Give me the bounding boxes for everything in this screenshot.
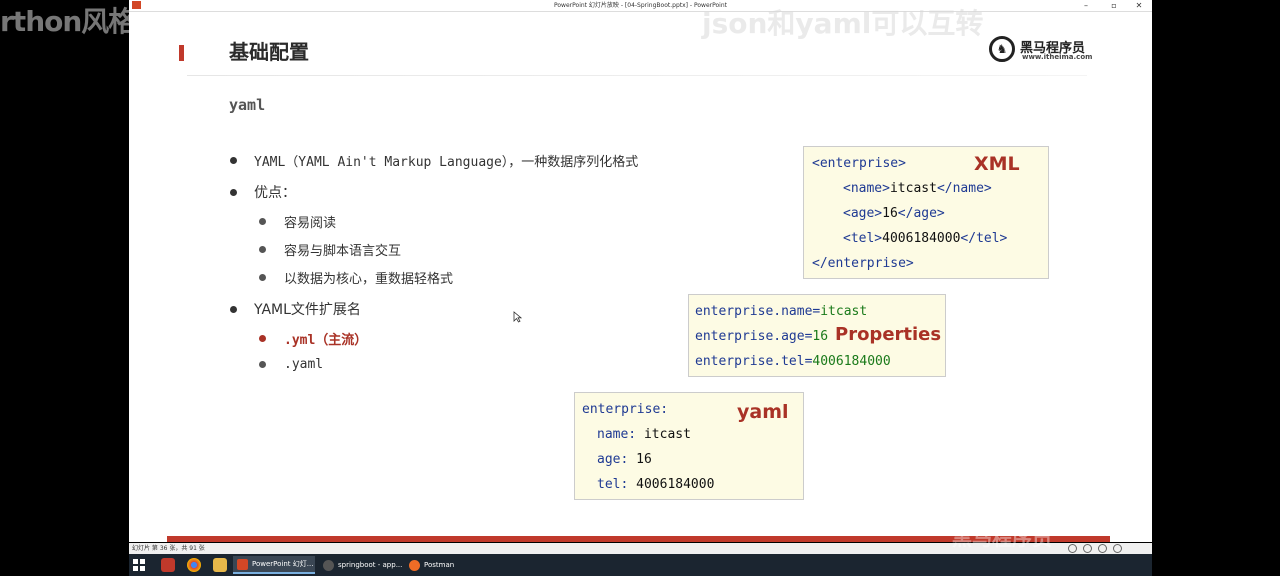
yaml-key: age: [597, 452, 629, 467]
yaml-label: yaml [737, 401, 789, 423]
maximize-button[interactable]: ▫ [1101, 0, 1127, 11]
overlay-caption-right: json和yaml可以互转 [702, 7, 984, 40]
xml-tag: <tel> [843, 231, 883, 246]
bullet-text: YAML文件扩展名 [254, 302, 361, 318]
slide-subtitle: yaml [229, 96, 266, 114]
xml-tag: <name> [843, 181, 890, 196]
intellij-icon [323, 559, 334, 571]
property-key: enterprise.tel= [695, 354, 813, 369]
chrome-icon[interactable] [187, 558, 201, 572]
bullet-text: YAML（YAML Ain't Markup Language），一种数据序列化… [254, 155, 639, 170]
yaml-value: itcast [643, 427, 691, 442]
mouse-cursor-icon [513, 311, 522, 323]
bullet-text: 优点： [254, 185, 296, 201]
yaml-value: 4006184000 [636, 477, 715, 492]
xml-value: itcast [889, 181, 937, 196]
bullet-extension-yml: .yml（主流） [259, 329, 367, 348]
view-normal-icon[interactable] [1068, 544, 1077, 553]
taskbar-app-label: springboot - app... [338, 561, 403, 569]
title-accent-bar [179, 45, 184, 61]
bullet-dot-icon [259, 246, 266, 253]
taskbar: PowerPoint 幻灯... springboot - app... Pos… [129, 554, 1152, 576]
itheima-logo: ♞ 黑马程序员 www.itheima.com [989, 34, 1092, 64]
postman-icon [409, 559, 420, 571]
xml-code-box: XML <enterprise> <name>itcast</name> <ag… [803, 146, 1049, 279]
xml-tag: <age> [843, 206, 883, 221]
window-titlebar: PowerPoint 幻灯片放映 - [04-SpringBoot.pptx] … [129, 0, 1152, 12]
property-value: 4006184000 [812, 354, 891, 369]
yaml-key: tel: [597, 477, 629, 492]
slide: 基础配置 ♞ 黑马程序员 www.itheima.com yaml YAML（Y… [167, 12, 1110, 540]
slide-title: 基础配置 [229, 40, 309, 64]
overlay-watermark-bottom: 黑马程序员 [952, 526, 1052, 550]
xml-line: <enterprise> [812, 156, 906, 171]
bullet-text: .yml（主流） [284, 333, 368, 348]
xml-tag: </name> [936, 181, 992, 196]
bullet-dot-icon [230, 157, 237, 164]
yaml-code-box: yaml enterprise: name: itcast age: 16 te… [574, 392, 804, 500]
property-key: enterprise.name= [695, 304, 821, 319]
horse-logo-icon: ♞ [989, 36, 1015, 62]
bullet-advantage-item: 容易阅读 [259, 212, 336, 231]
bullet-dot-icon [230, 305, 237, 313]
yaml-key: name: [597, 427, 637, 442]
taskbar-app-label: Postman [424, 561, 455, 569]
bullet-dot-icon [259, 335, 266, 342]
view-sorter-icon[interactable] [1083, 544, 1092, 553]
bullet-advantage-item: 以数据为核心，重数据轻格式 [259, 268, 453, 287]
taskbar-app-springboot[interactable]: springboot - app... [319, 556, 403, 574]
bullet-dot-icon [259, 218, 266, 225]
windows-start-icon[interactable] [133, 559, 145, 571]
zoom-icon[interactable] [1113, 544, 1122, 553]
title-divider [187, 75, 1087, 76]
taskbar-app-postman[interactable]: Postman [405, 556, 487, 574]
bullet-text: .yaml [284, 357, 324, 372]
bullet-dot-icon [230, 188, 237, 196]
bullet-advantage-item: 容易与脚本语言交互 [259, 240, 401, 259]
taskbar-app-label: PowerPoint 幻灯... [252, 560, 314, 568]
taskbar-app-powerpoint[interactable]: PowerPoint 幻灯... [233, 556, 315, 574]
xml-value: 16 [882, 206, 898, 221]
logo-url: www.itheima.com [1022, 53, 1093, 61]
minimize-button[interactable]: – [1073, 0, 1099, 11]
bullet-extension-yaml: .yaml [259, 357, 323, 372]
xml-tag: </tel> [960, 231, 1008, 246]
bullet-dot-icon [259, 274, 266, 281]
close-button[interactable]: ✕ [1126, 0, 1152, 11]
yaml-value: 16 [636, 452, 652, 467]
xml-line: </enterprise> [812, 256, 914, 271]
xml-tag: </age> [897, 206, 945, 221]
bullet-text: 以数据为核心，重数据轻格式 [284, 272, 454, 287]
properties-code-box: Properties enterprise.name=itcast enterp… [688, 294, 946, 377]
file-explorer-icon[interactable] [213, 558, 227, 572]
bullet-text: 容易阅读 [284, 216, 337, 231]
slide-counter: 幻灯片 第 36 张，共 91 张 [132, 545, 205, 552]
status-icons [1068, 544, 1122, 553]
bullet-file-extension: YAML文件扩展名 [230, 299, 361, 319]
view-reading-icon[interactable] [1098, 544, 1107, 553]
bullet-dot-icon [259, 361, 266, 368]
bullet-advantages: 优点： [230, 182, 296, 202]
bullet-yaml-definition: YAML（YAML Ain't Markup Language），一种数据序列化… [230, 151, 638, 170]
powerpoint-icon [237, 558, 248, 570]
xml-value: 4006184000 [882, 231, 961, 246]
property-key: enterprise.age= [695, 329, 813, 344]
bullet-text: 容易与脚本语言交互 [284, 244, 402, 259]
app-pinned-icon[interactable] [161, 558, 175, 572]
window-title: PowerPoint 幻灯片放映 - [04-SpringBoot.pptx] … [553, 2, 728, 9]
property-value: 16 [812, 329, 829, 344]
property-value: itcast [820, 304, 868, 319]
overlay-caption-left: rthon风格 [0, 5, 136, 38]
yaml-key: enterprise: [582, 402, 669, 417]
